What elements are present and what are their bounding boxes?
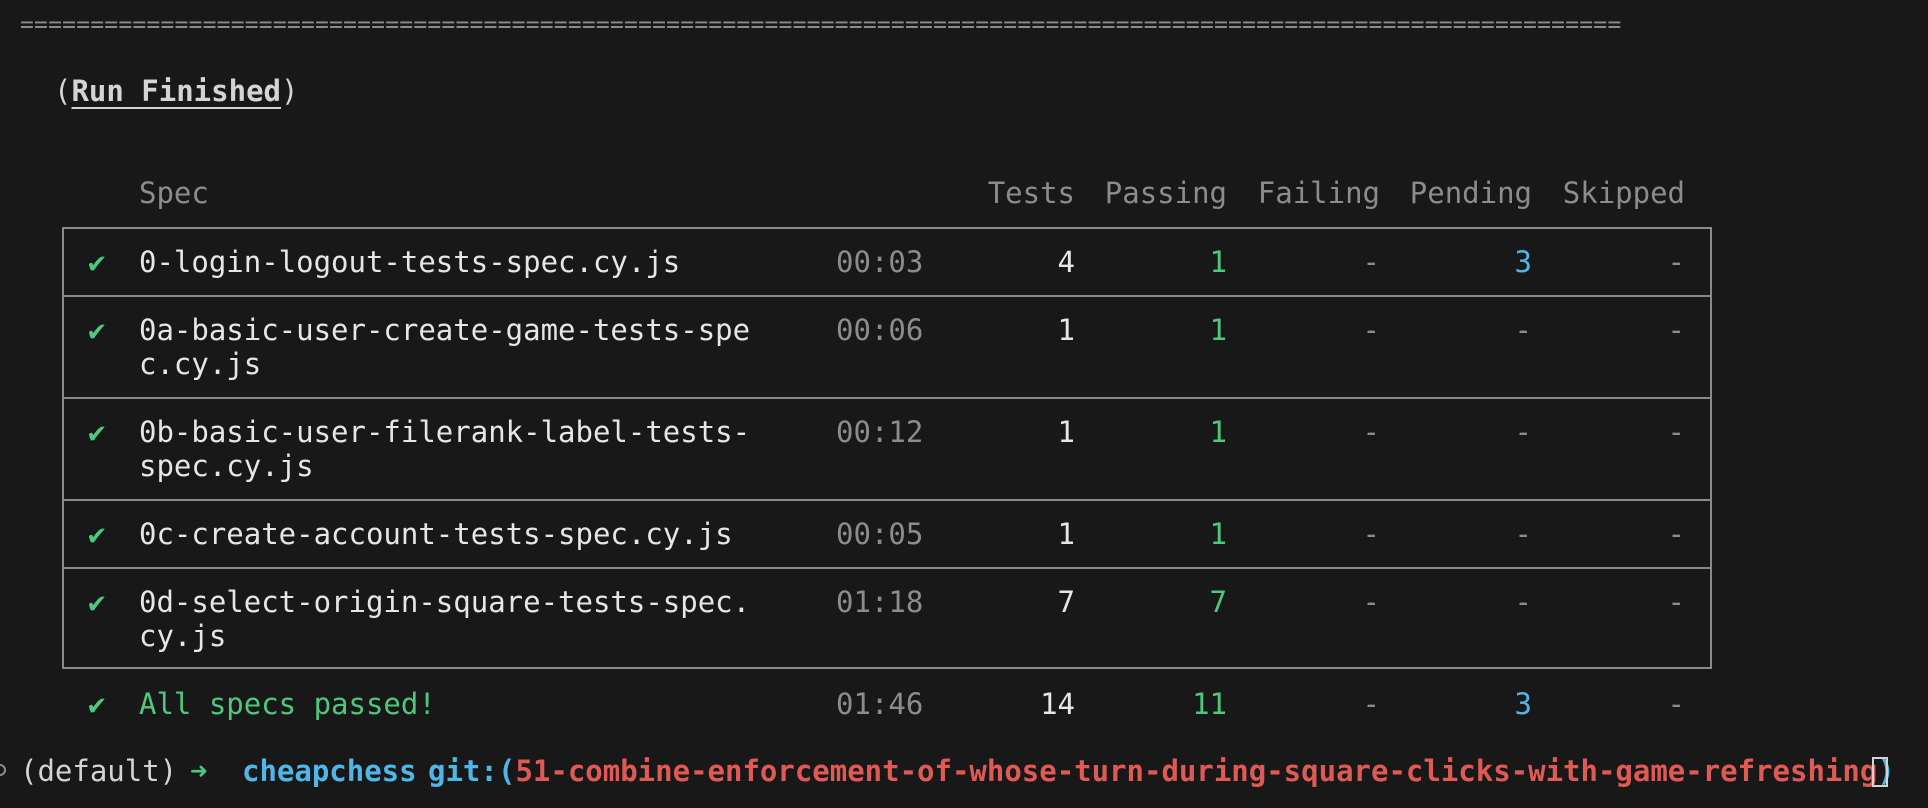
- prompt-directory: cheapchess: [242, 754, 417, 788]
- passing-count: 7: [1209, 585, 1227, 619]
- spec-duration: 00:12: [836, 415, 924, 449]
- spec-duration: 00:05: [836, 517, 924, 551]
- summary-label: All specs passed!: [139, 687, 436, 721]
- tests-count: 7: [1057, 585, 1075, 619]
- run-status: (Run Finished): [54, 74, 298, 108]
- header-failing: Failing: [1257, 176, 1380, 210]
- check-icon: ✔: [88, 687, 106, 721]
- spec-duration: 01:18: [836, 585, 924, 619]
- header-passing: Passing: [1104, 176, 1227, 210]
- spec-name-continued: cy.js: [139, 619, 227, 653]
- tests-count: 1: [1057, 313, 1075, 347]
- prompt-git-label: git:: [428, 754, 498, 788]
- tests-count: 4: [1057, 245, 1075, 279]
- pending-count: 3: [1514, 245, 1532, 279]
- failing-count: -: [1362, 585, 1380, 619]
- row-divider: [62, 499, 1712, 501]
- tests-count: 1: [1057, 517, 1075, 551]
- check-icon: ✔: [88, 415, 106, 449]
- spec-name: 0d-select-origin-square-tests-spec.: [139, 585, 751, 619]
- spec-duration: 00:06: [836, 313, 924, 347]
- check-icon: ✔: [88, 245, 106, 279]
- run-status-close: ): [280, 74, 299, 108]
- total-duration: 01:46: [836, 687, 924, 721]
- spec-name-continued: spec.cy.js: [139, 449, 314, 483]
- failing-count: -: [1362, 313, 1380, 347]
- check-icon: ✔: [88, 517, 106, 551]
- prompt-status-icon: [0, 764, 6, 776]
- passing-count: 1: [1209, 415, 1227, 449]
- pending-count: -: [1514, 415, 1532, 449]
- failing-count: -: [1362, 517, 1380, 551]
- total-pending: 3: [1514, 687, 1532, 721]
- passing-count: 1: [1209, 313, 1227, 347]
- skipped-count: -: [1667, 415, 1685, 449]
- total-skipped: -: [1667, 687, 1685, 721]
- spec-duration: 00:03: [836, 245, 924, 279]
- failing-count: -: [1362, 415, 1380, 449]
- total-tests: 14: [1040, 687, 1075, 721]
- row-divider: [62, 397, 1712, 399]
- prompt-env: (default): [20, 754, 178, 788]
- total-passing: 11: [1192, 687, 1227, 721]
- pending-count: -: [1514, 585, 1532, 619]
- total-failing: -: [1362, 687, 1380, 721]
- skipped-count: -: [1667, 313, 1685, 347]
- spec-name: 0a-basic-user-create-game-tests-spe: [139, 313, 751, 347]
- branch-name: 51-combine-enforcement-of-whose-turn-dur…: [515, 754, 1878, 788]
- spec-name-continued: c.cy.js: [139, 347, 262, 381]
- header-pending: Pending: [1409, 176, 1532, 210]
- passing-count: 1: [1209, 517, 1227, 551]
- prompt-arrow-icon: ➜: [190, 754, 208, 788]
- check-icon: ✔: [88, 313, 106, 347]
- row-divider: [62, 295, 1712, 297]
- tests-count: 1: [1057, 415, 1075, 449]
- spec-name: 0c-create-account-tests-spec.cy.js: [139, 517, 733, 551]
- spec-name: 0-login-logout-tests-spec.cy.js: [139, 245, 681, 279]
- terminal-cursor[interactable]: [1872, 757, 1888, 787]
- header-tests: Tests: [987, 176, 1075, 210]
- separator-line: ========================================…: [20, 12, 1622, 38]
- run-status-label: Run Finished: [71, 74, 281, 108]
- pending-count: -: [1514, 313, 1532, 347]
- pending-count: -: [1514, 517, 1532, 551]
- run-status-open: (: [54, 74, 72, 108]
- skipped-count: -: [1667, 585, 1685, 619]
- branch-paren-open: (: [498, 754, 516, 788]
- spec-name: 0b-basic-user-filerank-label-tests-: [139, 415, 751, 449]
- skipped-count: -: [1667, 517, 1685, 551]
- prompt-git-branch: (51-combine-enforcement-of-whose-turn-du…: [498, 754, 1895, 788]
- header-spec: Spec: [139, 176, 209, 210]
- failing-count: -: [1362, 245, 1380, 279]
- passing-count: 1: [1209, 245, 1227, 279]
- row-divider: [62, 567, 1712, 569]
- header-skipped: Skipped: [1562, 176, 1685, 210]
- check-icon: ✔: [88, 585, 106, 619]
- skipped-count: -: [1667, 245, 1685, 279]
